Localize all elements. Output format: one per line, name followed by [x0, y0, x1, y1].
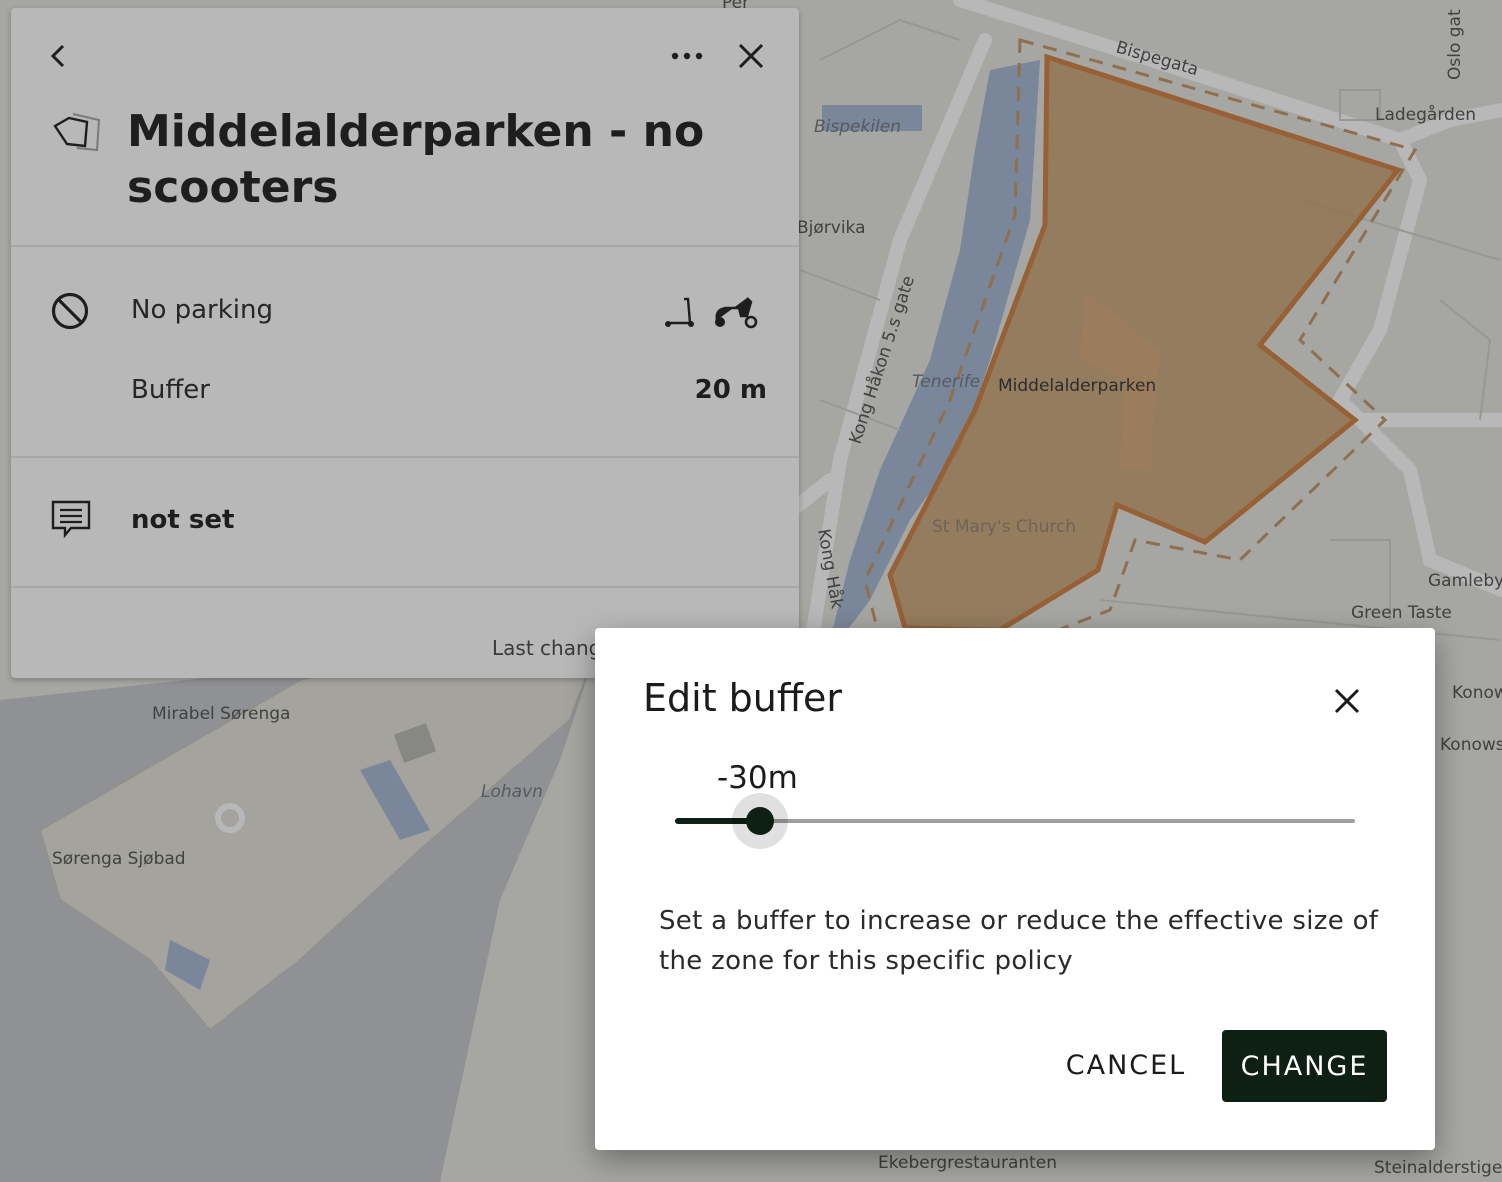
- comment-icon: [51, 500, 91, 538]
- last-changed-text: Last chang: [492, 636, 602, 660]
- divider: [11, 245, 799, 247]
- no-entry-icon: [51, 292, 89, 330]
- buffer-value[interactable]: 20 m: [695, 375, 767, 405]
- zone-title: Middelalderparken - no scooters: [127, 106, 705, 213]
- close-panel-button[interactable]: [731, 36, 771, 76]
- dialog-description: Set a buffer to increase or reduce the e…: [659, 906, 1379, 976]
- close-dialog-button[interactable]: [1326, 680, 1368, 722]
- zone-details-panel: Middelalderparken - no scooters No parki…: [11, 8, 799, 678]
- polygon-zone-icon: [53, 113, 101, 152]
- chevron-left-icon: [50, 44, 65, 68]
- comment-value[interactable]: not set: [131, 505, 234, 535]
- back-button[interactable]: [39, 36, 79, 76]
- slider-value-label: -30m: [717, 760, 798, 796]
- change-button[interactable]: CHANGE: [1222, 1030, 1387, 1102]
- moped-icon: [715, 297, 758, 329]
- more-options-button[interactable]: [667, 36, 707, 76]
- buffer-label: Buffer: [131, 375, 210, 405]
- divider: [11, 586, 799, 588]
- dialog-title: Edit buffer: [643, 676, 843, 720]
- divider: [11, 456, 799, 458]
- kick-scooter-icon: [665, 297, 694, 327]
- cancel-button[interactable]: CANCEL: [1053, 1030, 1199, 1100]
- edit-buffer-dialog: Edit buffer -30m Set a buffer to increas…: [595, 628, 1435, 1150]
- more-horizontal-icon: [671, 52, 703, 60]
- close-icon: [738, 43, 764, 69]
- policy-type-label: No parking: [131, 295, 274, 325]
- close-icon: [1334, 688, 1360, 714]
- buffer-slider-thumb[interactable]: [746, 807, 774, 835]
